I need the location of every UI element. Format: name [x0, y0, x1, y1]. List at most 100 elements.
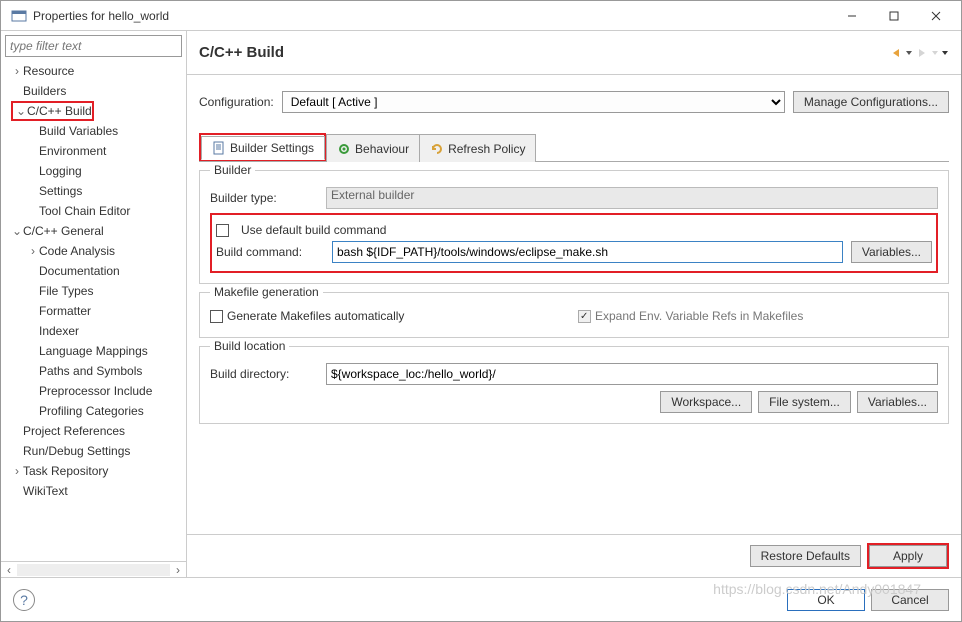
- tree-item-label: C/C++ Build: [27, 104, 92, 118]
- gear-icon: [337, 142, 351, 156]
- tree-item-label: Paths and Symbols: [39, 364, 142, 378]
- variables-button[interactable]: Variables...: [851, 241, 932, 263]
- chevron-right-icon[interactable]: ›: [11, 64, 23, 78]
- tab-refresh-policy[interactable]: Refresh Policy: [419, 134, 536, 162]
- properties-tree[interactable]: ›Resource Builders⌄C/C++ Build Build Var…: [1, 57, 186, 561]
- tree-item-label: Logging: [39, 164, 82, 178]
- refresh-icon: [430, 142, 444, 156]
- tree-item[interactable]: Run/Debug Settings: [1, 441, 186, 461]
- tree-item[interactable]: Logging: [1, 161, 186, 181]
- tree-item-label: WikiText: [23, 484, 68, 498]
- tab-label: Refresh Policy: [448, 142, 525, 156]
- tab-label: Builder Settings: [230, 141, 314, 155]
- tab-behaviour[interactable]: Behaviour: [326, 134, 420, 162]
- buildloc-variables-button[interactable]: Variables...: [857, 391, 938, 413]
- tree-item[interactable]: Tool Chain Editor: [1, 201, 186, 221]
- back-icon[interactable]: [889, 46, 903, 60]
- tree-item[interactable]: Documentation: [1, 261, 186, 281]
- tree-item-label: Environment: [39, 144, 106, 158]
- tree-item[interactable]: Build Variables: [1, 121, 186, 141]
- tree-item-label: Documentation: [39, 264, 120, 278]
- help-icon[interactable]: ?: [13, 589, 35, 611]
- build-command-highlight: Use default build command Build command:…: [210, 213, 938, 273]
- tree-item-label: File Types: [39, 284, 93, 298]
- tree-item-label: Profiling Categories: [39, 404, 144, 418]
- generate-makefiles-checkbox[interactable]: [210, 310, 223, 323]
- tree-item-label: Indexer: [39, 324, 79, 338]
- chevron-down-icon[interactable]: ⌄: [15, 104, 27, 118]
- tree-item[interactable]: Preprocessor Include: [1, 381, 186, 401]
- tree-item[interactable]: Project References: [1, 421, 186, 441]
- tree-item-label: Build Variables: [39, 124, 118, 138]
- tree-item-label: Code Analysis: [39, 244, 115, 258]
- tree-item[interactable]: Paths and Symbols: [1, 361, 186, 381]
- tree-item[interactable]: Environment: [1, 141, 186, 161]
- tree-item[interactable]: Profiling Categories: [1, 401, 186, 421]
- tab-builder-settings[interactable]: Builder Settings: [201, 136, 325, 160]
- restore-defaults-button[interactable]: Restore Defaults: [750, 545, 861, 567]
- chevron-down-icon[interactable]: ⌄: [11, 224, 23, 238]
- tree-item-label: Resource: [23, 64, 74, 78]
- filesystem-button[interactable]: File system...: [758, 391, 851, 413]
- apply-button[interactable]: Apply: [869, 545, 947, 567]
- chevron-right-icon[interactable]: ›: [27, 244, 39, 258]
- tree-item[interactable]: ⌄C/C++ General: [1, 221, 186, 241]
- cancel-button[interactable]: Cancel: [871, 589, 949, 611]
- build-location-fieldset: Build location Build directory: Workspac…: [199, 346, 949, 424]
- use-default-build-label: Use default build command: [241, 223, 386, 237]
- tree-item[interactable]: Builders: [1, 81, 186, 101]
- ok-button[interactable]: OK: [787, 589, 865, 611]
- tab-label: Behaviour: [355, 142, 409, 156]
- use-default-build-checkbox[interactable]: [216, 224, 229, 237]
- document-icon: [212, 141, 226, 155]
- tree-item[interactable]: Settings: [1, 181, 186, 201]
- tree-item[interactable]: WikiText: [1, 481, 186, 501]
- expand-env-checkbox: [578, 310, 591, 323]
- tree-item-label: Language Mappings: [39, 344, 148, 358]
- maximize-button[interactable]: [873, 2, 915, 30]
- configuration-label: Configuration:: [199, 95, 274, 109]
- builder-fieldset: Builder Builder type: External builder U…: [199, 170, 949, 284]
- builder-type-select[interactable]: External builder: [326, 187, 938, 209]
- build-directory-label: Build directory:: [210, 367, 318, 381]
- tree-item[interactable]: Language Mappings: [1, 341, 186, 361]
- forward-menu-icon[interactable]: [931, 46, 939, 60]
- tree-item-label: Tool Chain Editor: [39, 204, 130, 218]
- filter-box: [5, 35, 182, 57]
- window-icon: [11, 8, 27, 24]
- tree-item[interactable]: Indexer: [1, 321, 186, 341]
- configuration-select[interactable]: Default [ Active ]: [282, 91, 785, 113]
- forward-icon[interactable]: [915, 46, 929, 60]
- titlebar: Properties for hello_world: [1, 1, 961, 31]
- bottom-bar: ? OK Cancel https://blog.csdn.net/Andy00…: [1, 577, 961, 621]
- build-directory-input[interactable]: [326, 363, 938, 385]
- tree-item[interactable]: ›Code Analysis: [1, 241, 186, 261]
- main-footer: Restore Defaults Apply: [187, 534, 961, 577]
- build-command-input[interactable]: [332, 241, 843, 263]
- tree-item-label: Task Repository: [23, 464, 108, 478]
- tree-item-label: C/C++ General: [23, 224, 104, 238]
- tree-item[interactable]: ›Task Repository: [1, 461, 186, 481]
- minimize-button[interactable]: [831, 2, 873, 30]
- tree-item-label: Formatter: [39, 304, 91, 318]
- tree-item-label: Preprocessor Include: [39, 384, 152, 398]
- window-title: Properties for hello_world: [33, 9, 831, 23]
- close-button[interactable]: [915, 2, 957, 30]
- tree-item-label: Project References: [23, 424, 125, 438]
- workspace-button[interactable]: Workspace...: [660, 391, 752, 413]
- filter-input[interactable]: [5, 35, 182, 57]
- tree-item[interactable]: File Types: [1, 281, 186, 301]
- manage-configurations-button[interactable]: Manage Configurations...: [793, 91, 949, 113]
- tree-item-label: Settings: [39, 184, 82, 198]
- chevron-right-icon[interactable]: ›: [11, 464, 23, 478]
- tree-item[interactable]: Formatter: [1, 301, 186, 321]
- sidebar: ›Resource Builders⌄C/C++ Build Build Var…: [1, 31, 187, 577]
- sidebar-scrollbar[interactable]: ‹›: [1, 561, 186, 577]
- back-menu-icon[interactable]: [905, 46, 913, 60]
- expand-env-label: Expand Env. Variable Refs in Makefiles: [595, 309, 803, 323]
- makefile-fieldset: Makefile generation Generate Makefiles a…: [199, 292, 949, 338]
- tree-item[interactable]: ⌄C/C++ Build: [1, 101, 186, 121]
- tree-item-label: Run/Debug Settings: [23, 444, 130, 458]
- tree-item[interactable]: ›Resource: [1, 61, 186, 81]
- view-menu-icon[interactable]: [941, 46, 949, 60]
